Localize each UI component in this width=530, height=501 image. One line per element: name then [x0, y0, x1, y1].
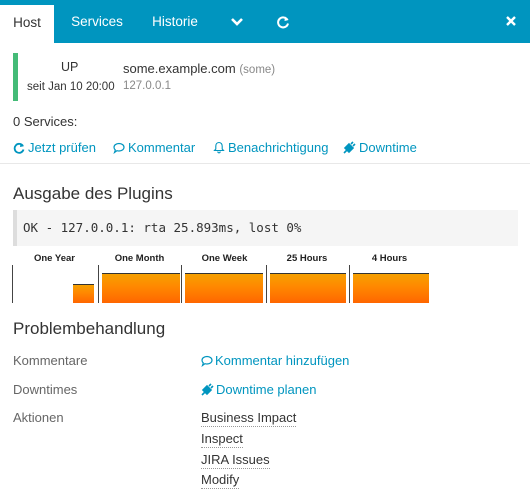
graph-label: One Week — [201, 253, 248, 264]
add-comment-label: Kommentar hinzufügen — [215, 353, 350, 368]
host-state-since: seit Jan 10 20:00 — [27, 81, 115, 93]
action-inspect[interactable]: Inspect — [201, 430, 243, 448]
host-alias: (some) — [239, 64, 276, 76]
host-name-line: some.example.com (some) — [123, 61, 275, 76]
action-business-impact[interactable]: Business Impact — [201, 409, 297, 427]
tab-services[interactable]: Services — [61, 4, 133, 40]
plugin-output: OK - 127.0.0.1: rta 25.893ms, lost 0% — [13, 210, 518, 246]
action-jira-issues[interactable]: JIRA Issues — [201, 451, 270, 469]
graph-label: 25 Hours — [286, 253, 328, 264]
action-modify[interactable]: Modify — [201, 471, 240, 489]
tab-bar: Host Services Historie — [0, 0, 530, 43]
bell-icon — [213, 141, 225, 157]
tab-host[interactable]: Host — [0, 5, 54, 43]
graph-fill — [353, 273, 429, 303]
actions-label: Aktionen — [13, 410, 64, 425]
refresh-icon — [13, 142, 25, 157]
chevron-down-icon[interactable] — [222, 4, 252, 40]
downtime-link[interactable]: Downtime — [343, 140, 417, 157]
graph-fill — [270, 273, 346, 303]
graph-25-hours[interactable] — [266, 265, 346, 303]
downtime-label: Downtime — [359, 140, 417, 155]
schedule-downtime-link[interactable]: Downtime planen — [201, 382, 316, 399]
services-summary: 0 Services: — [13, 114, 78, 129]
host-name: some.example.com — [123, 61, 236, 76]
plugin-output-heading: Ausgabe des Plugins — [13, 184, 173, 203]
graph-label: One Month — [114, 253, 165, 264]
comment-icon — [201, 355, 213, 370]
comment-link[interactable]: Kommentar — [113, 140, 195, 157]
host-state-indicator — [13, 53, 18, 101]
comments-label: Kommentare — [13, 353, 88, 368]
comment-icon — [113, 142, 125, 157]
refresh-icon[interactable] — [268, 4, 298, 40]
graph-4-hours[interactable] — [349, 265, 429, 303]
graph-one-month[interactable] — [98, 265, 180, 303]
graph-one-week[interactable] — [181, 265, 263, 303]
graph-one-year[interactable] — [12, 265, 94, 303]
notification-label: Benachrichtigung — [228, 140, 329, 155]
downtimes-label: Downtimes — [13, 382, 78, 397]
close-icon[interactable] — [500, 4, 522, 40]
notification-link[interactable]: Benachrichtigung — [213, 140, 328, 157]
comment-label: Kommentar — [128, 140, 196, 155]
check-now-link[interactable]: Jetzt prüfen — [13, 140, 96, 157]
graph-label: One Year — [33, 253, 76, 264]
graph-label: 4 Hours — [371, 253, 408, 264]
plug-icon — [343, 141, 356, 157]
schedule-downtime-label: Downtime planen — [216, 382, 317, 397]
graph-fill — [73, 284, 94, 303]
check-now-label: Jetzt prüfen — [28, 140, 96, 155]
plug-icon — [201, 383, 214, 399]
tab-historie[interactable]: Historie — [140, 4, 210, 40]
graph-fill — [185, 273, 263, 303]
host-address: 127.0.0.1 — [123, 80, 171, 92]
section-divider — [0, 163, 530, 164]
add-comment-link[interactable]: Kommentar hinzufügen — [201, 353, 349, 370]
host-state: UP — [61, 60, 79, 74]
graph-fill — [102, 273, 180, 303]
problem-handling-heading: Problembehandlung — [13, 319, 166, 338]
